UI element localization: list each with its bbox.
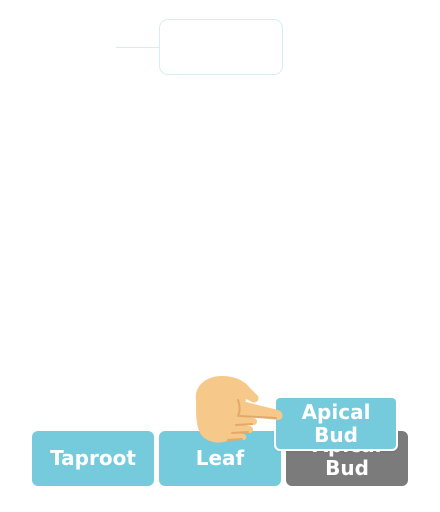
tile-label: Leaf [195, 446, 245, 470]
pointing-hand-icon [195, 376, 283, 443]
tile-label: Taproot [50, 446, 136, 470]
dragging-tile-label: Apical Bud [301, 399, 371, 447]
connector-line [116, 47, 160, 48]
drop-target-box[interactable] [159, 19, 283, 75]
dragging-tile-apical-bud[interactable]: Apical Bud [274, 396, 398, 451]
tile-taproot[interactable]: Taproot [32, 431, 154, 486]
